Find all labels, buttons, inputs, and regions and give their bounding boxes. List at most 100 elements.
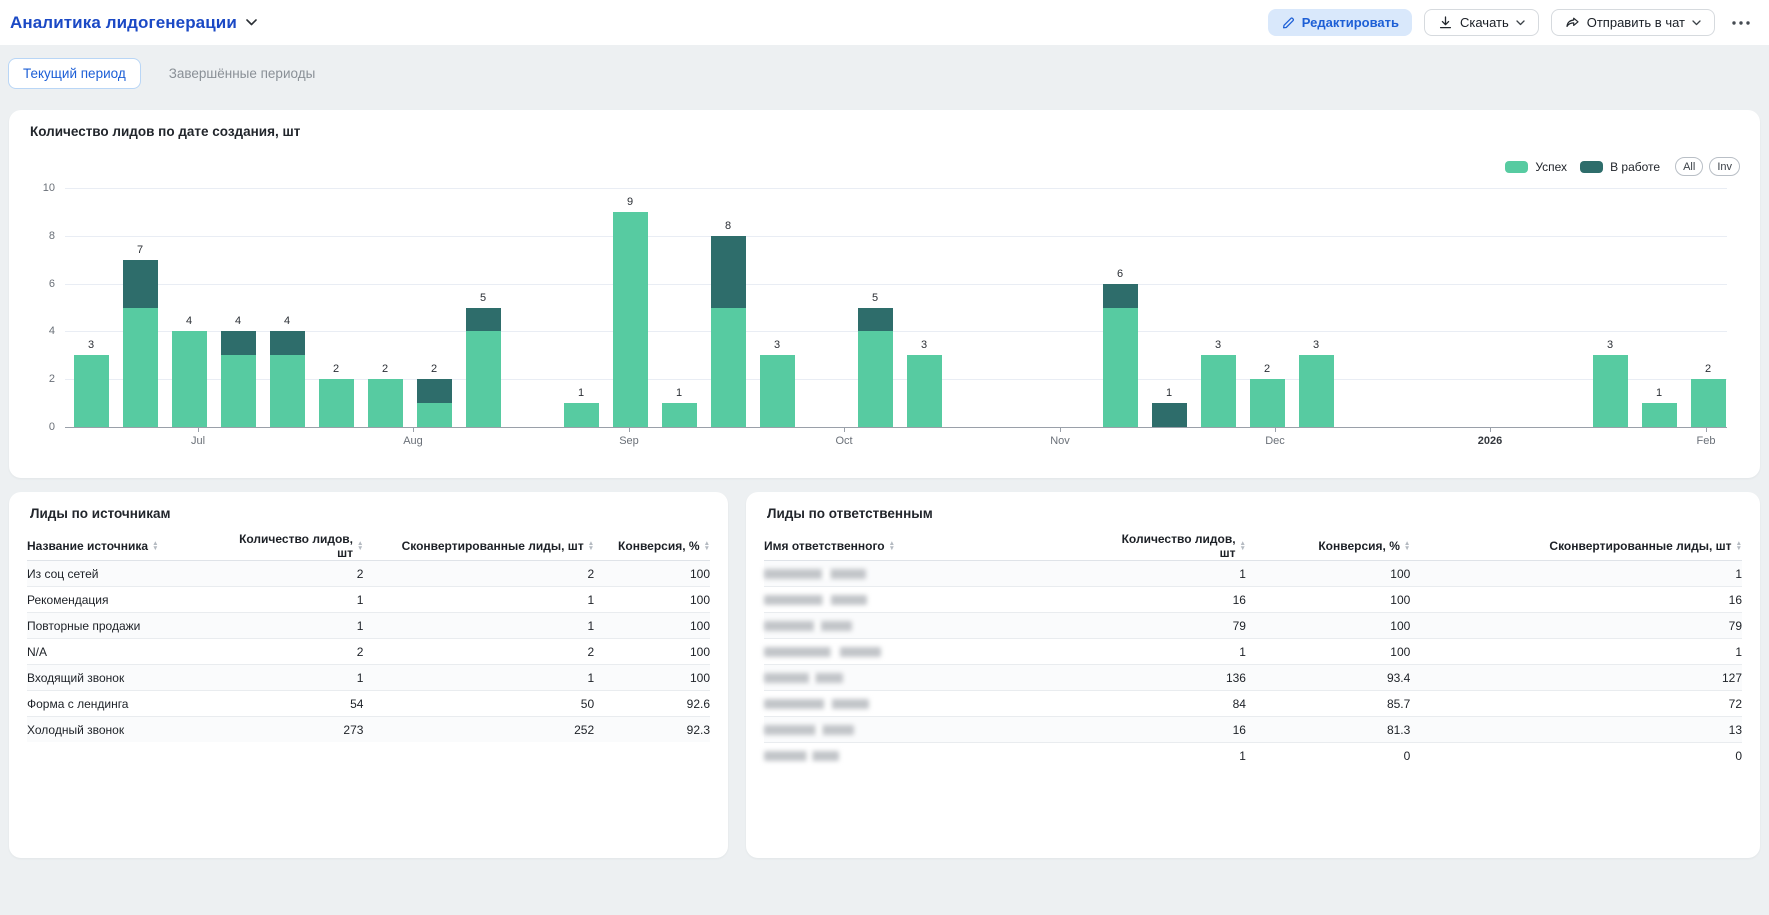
bar-value-label: 5 <box>456 292 511 304</box>
edit-button[interactable]: Редактировать <box>1268 9 1412 36</box>
cell-conversion: 92.6 <box>594 691 710 717</box>
bar-week[interactable]: 1 <box>662 403 697 427</box>
tab-current-period[interactable]: Текущий период <box>8 58 141 89</box>
redacted-name <box>764 621 852 631</box>
gridline <box>65 379 1727 380</box>
x-axis-label: 2026 <box>1478 435 1502 447</box>
bar-week[interactable]: 7 <box>123 260 158 427</box>
legend-item-success[interactable]: Успех <box>1505 160 1567 174</box>
bar-week[interactable]: 4 <box>270 331 305 427</box>
cell-converted: 1 <box>1410 561 1742 587</box>
bar-week[interactable]: 9 <box>613 212 648 427</box>
bar-value-label: 6 <box>1093 268 1148 280</box>
more-options-button[interactable] <box>1727 18 1755 28</box>
bar-week[interactable]: 2 <box>368 379 403 427</box>
column-header[interactable]: Конверсия, %▲▼ <box>594 532 710 561</box>
bar-week[interactable]: 6 <box>1103 284 1138 427</box>
x-axis-label: Dec <box>1265 435 1285 447</box>
cell-conversion: 100 <box>1246 639 1410 665</box>
bar-week[interactable]: 3 <box>74 355 109 427</box>
bar-week[interactable]: 1 <box>1152 403 1187 427</box>
column-header-label: Количество лидов, шт <box>239 532 353 560</box>
edit-button-label: Редактировать <box>1302 15 1399 30</box>
column-header[interactable]: Конверсия, %▲▼ <box>1246 532 1410 561</box>
legend-toggle-all[interactable]: All <box>1675 157 1703 176</box>
bar-segment-in-progress <box>1152 403 1187 427</box>
send-to-chat-button[interactable]: Отправить в чат <box>1551 9 1715 36</box>
download-icon <box>1438 15 1453 30</box>
table-header-row: Название источника▲▼Количество лидов, шт… <box>27 532 710 561</box>
bar-segment-success <box>1250 379 1285 427</box>
x-axis-tick <box>844 428 845 432</box>
bar-week[interactable]: 2 <box>1691 379 1726 427</box>
cell-converted: 1 <box>363 587 594 613</box>
y-axis-label: 6 <box>21 278 55 290</box>
bar-segment-success <box>662 403 697 427</box>
column-header[interactable]: Количество лидов, шт▲▼ <box>239 532 364 561</box>
bar-week[interactable]: 4 <box>221 331 256 427</box>
cell-leads: 16 <box>1105 717 1246 743</box>
x-axis-line <box>65 427 1727 428</box>
cell-converted: 79 <box>1410 613 1742 639</box>
tab-finished-periods[interactable]: Завершённые периоды <box>155 58 330 89</box>
y-axis-label: 8 <box>21 230 55 242</box>
bar-week[interactable]: 3 <box>760 355 795 427</box>
column-header[interactable]: Имя ответственного▲▼ <box>764 532 1105 561</box>
bar-week[interactable]: 3 <box>1299 355 1334 427</box>
sort-icon: ▲▼ <box>1404 541 1410 551</box>
bar-week[interactable]: 2 <box>1250 379 1285 427</box>
bar-week[interactable]: 2 <box>319 379 354 427</box>
cell-converted: 127 <box>1410 665 1742 691</box>
bar-week[interactable]: 3 <box>1593 355 1628 427</box>
column-header-label: Количество лидов, шт <box>1105 532 1236 560</box>
bar-week[interactable]: 4 <box>172 331 207 427</box>
dashboard-title-dropdown[interactable]: Аналитика лидогенерации <box>10 13 257 33</box>
legend-toggles: All Inv <box>1675 157 1740 176</box>
cell-conversion: 100 <box>594 639 710 665</box>
sort-icon: ▲▼ <box>1736 541 1742 551</box>
bar-segment-in-progress <box>466 308 501 332</box>
column-header[interactable]: Количество лидов, шт▲▼ <box>1105 532 1246 561</box>
leads-by-date-chart-card: Количество лидов по дате создания, шт Ус… <box>9 110 1760 478</box>
chevron-down-icon <box>1516 20 1525 26</box>
y-axis-label: 2 <box>21 373 55 385</box>
bar-segment-success <box>858 331 893 427</box>
cell-conversion: 100 <box>1246 587 1410 613</box>
bar-week[interactable]: 3 <box>1201 355 1236 427</box>
download-button[interactable]: Скачать <box>1424 9 1539 36</box>
bar-week[interactable]: 3 <box>907 355 942 427</box>
cell-converted: 72 <box>1410 691 1742 717</box>
column-header[interactable]: Сконвертированные лиды, шт▲▼ <box>363 532 594 561</box>
legend-item-in-progress[interactable]: В работе <box>1580 160 1660 174</box>
redacted-name <box>764 595 867 605</box>
redacted-name <box>764 647 881 657</box>
chevron-down-icon <box>1692 20 1701 26</box>
legend-toggle-inv[interactable]: Inv <box>1709 157 1740 176</box>
bar-week[interactable]: 5 <box>858 308 893 428</box>
table-row: 1610016 <box>764 587 1742 613</box>
cell-conversion: 0 <box>1246 743 1410 769</box>
bar-value-label: 4 <box>162 315 217 327</box>
bar-week[interactable]: 1 <box>1642 403 1677 427</box>
table-row: Входящий звонок11100 <box>27 665 710 691</box>
cell-name <box>764 691 1105 717</box>
x-axis-label: Sep <box>619 435 639 447</box>
legend-swatch-in-progress <box>1580 161 1603 173</box>
gridline <box>65 331 1727 332</box>
bar-segment-success <box>613 212 648 427</box>
tab-label: Текущий период <box>23 66 126 81</box>
bar-week[interactable]: 2 <box>417 379 452 427</box>
bar-week[interactable]: 8 <box>711 236 746 427</box>
column-header[interactable]: Сконвертированные лиды, шт▲▼ <box>1410 532 1742 561</box>
bar-value-label: 1 <box>554 387 609 399</box>
bar-segment-in-progress <box>221 331 256 355</box>
bar-week[interactable]: 1 <box>564 403 599 427</box>
bar-week[interactable]: 5 <box>466 308 501 428</box>
legend-swatch-success <box>1505 161 1528 173</box>
y-axis-label: 4 <box>21 325 55 337</box>
cell-conversion: 100 <box>1246 561 1410 587</box>
column-header[interactable]: Название источника▲▼ <box>27 532 239 561</box>
cell-leads: 2 <box>239 639 364 665</box>
x-axis-label: Feb <box>1697 435 1716 447</box>
cell-leads: 1 <box>239 613 364 639</box>
